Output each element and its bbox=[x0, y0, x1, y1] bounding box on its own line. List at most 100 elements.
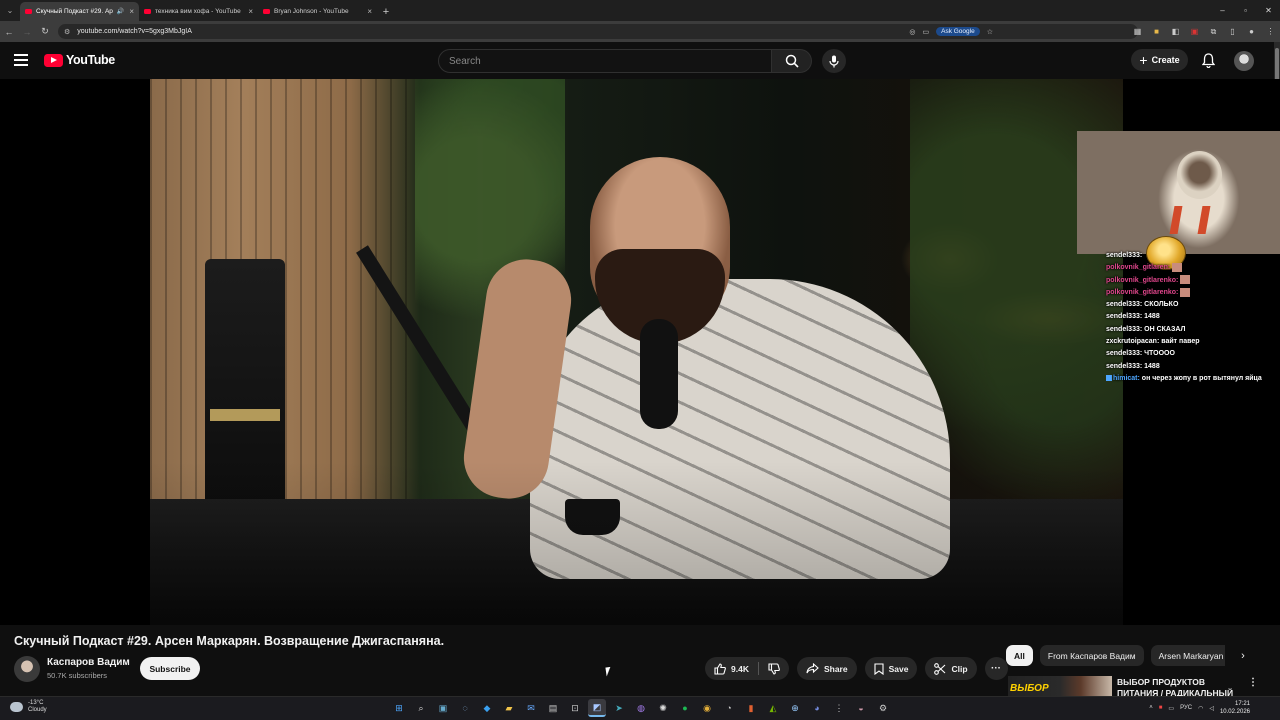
start-windows-icon[interactable]: ⊞ bbox=[390, 699, 408, 717]
video-frame[interactable] bbox=[150, 79, 1123, 625]
wifi-icon[interactable]: ◠ bbox=[1198, 705, 1203, 712]
youtube-masthead: YouTube + Create bbox=[0, 42, 1280, 79]
chat-nickname: sendel333: bbox=[1106, 325, 1143, 333]
extension-icon[interactable]: ■ bbox=[1147, 27, 1166, 36]
chevron-up-icon[interactable]: ˄ bbox=[1149, 705, 1153, 711]
chat-nickname: sendel333: bbox=[1106, 301, 1143, 309]
chip-topic[interactable]: Arsen Markaryan bbox=[1150, 645, 1225, 666]
address-bar[interactable]: ⚙ youtube.com/watch?v=5gxg3MbJgIA ◎ ▭ As… bbox=[58, 24, 1138, 39]
chat-nickname: zxckrutoipacan: bbox=[1106, 338, 1160, 346]
discord-icon[interactable]: ◕ bbox=[808, 699, 826, 717]
recommended-video-thumbnail[interactable]: ВЫБОР bbox=[1008, 676, 1112, 696]
extension-icon[interactable]: ▣ bbox=[1185, 27, 1204, 36]
side-panel-icon[interactable]: ▯ bbox=[1223, 27, 1242, 36]
maximize-icon[interactable]: ▫ bbox=[1234, 0, 1257, 21]
chip-from-channel[interactable]: From Каспаров Вадим bbox=[1039, 645, 1144, 666]
reload-icon[interactable]: ↻ bbox=[36, 21, 54, 42]
more-actions-button[interactable]: ··· bbox=[984, 657, 1008, 680]
profile-avatar-icon[interactable]: ● bbox=[1242, 27, 1261, 36]
app-icon[interactable]: ⋮ bbox=[830, 699, 848, 717]
language-indicator[interactable]: РУС bbox=[1180, 705, 1192, 711]
create-button[interactable]: + Create bbox=[1131, 49, 1188, 71]
forward-icon[interactable]: → bbox=[18, 21, 36, 42]
channel-avatar[interactable] bbox=[14, 656, 40, 682]
globe-icon[interactable]: ⊕ bbox=[786, 699, 804, 717]
browser-active-icon[interactable]: ◩ bbox=[588, 699, 606, 717]
tab-close-icon[interactable]: × bbox=[367, 7, 372, 16]
dislike-button[interactable] bbox=[759, 657, 789, 680]
site-info-icon[interactable]: ⚙ bbox=[64, 28, 70, 36]
save-button[interactable]: Save bbox=[864, 657, 918, 680]
date: 10.02.2026 bbox=[1219, 709, 1250, 715]
search-input[interactable] bbox=[449, 55, 771, 67]
share-button[interactable]: Share bbox=[796, 657, 857, 680]
chrome-icon[interactable]: ◉ bbox=[698, 699, 716, 717]
telegram-icon[interactable]: ➤ bbox=[610, 699, 628, 717]
browser-tab-1[interactable]: Скучный Подкаст #29. Ар 🔊 × bbox=[20, 2, 139, 21]
close-window-icon[interactable]: ✕ bbox=[1257, 0, 1280, 21]
voice-search-button[interactable] bbox=[822, 49, 846, 73]
browser-menu-icon[interactable]: ⋮ bbox=[1261, 27, 1280, 36]
tab-title: Скучный Подкаст #29. Ар bbox=[36, 8, 113, 15]
app-icon[interactable]: ◒ bbox=[852, 699, 870, 717]
like-button[interactable]: 9.4K bbox=[705, 657, 758, 680]
tab-search-chevron-icon[interactable]: ⌄ bbox=[0, 0, 20, 21]
bookmark-star-icon[interactable]: ☆ bbox=[987, 28, 993, 36]
ask-google-button[interactable]: Ask Google bbox=[936, 27, 980, 36]
video-player[interactable]: sendel333: polkovnik_gitlaren: polkovnik_g… bbox=[0, 79, 1280, 625]
settings-gear-icon[interactable]: ⚙ bbox=[874, 699, 892, 717]
extension-icon[interactable]: ◧ bbox=[1166, 27, 1185, 36]
youtube-logo[interactable]: YouTube bbox=[44, 53, 115, 67]
browser-toolbar: ← → ↻ ⚙ youtube.com/watch?v=5gxg3MbJgIA … bbox=[0, 21, 1280, 42]
gallery-icon[interactable]: ▣ bbox=[434, 699, 452, 717]
search-button[interactable] bbox=[772, 49, 812, 73]
app-icon[interactable]: ◔ bbox=[720, 699, 738, 717]
weather-widget[interactable]: -13°C Cloudy bbox=[10, 700, 47, 714]
channel-name[interactable]: Каспаров Вадим bbox=[47, 657, 130, 668]
browser-tab-3[interactable]: Bryan Johnson - YouTube × bbox=[258, 2, 377, 21]
mail-icon[interactable]: ✉ bbox=[522, 699, 540, 717]
notifications-button[interactable] bbox=[1198, 50, 1218, 70]
cast-icon[interactable]: ▭ bbox=[922, 28, 929, 36]
network-icon[interactable]: ▭ bbox=[1168, 705, 1174, 712]
chip-all[interactable]: All bbox=[1006, 645, 1033, 666]
youtube-favicon-icon bbox=[263, 9, 270, 14]
browser-tab-2[interactable]: техника вим хофа - YouTube × bbox=[139, 2, 258, 21]
extension-icon[interactable]: ▦ bbox=[1128, 27, 1147, 36]
tab-close-icon[interactable]: × bbox=[248, 7, 253, 16]
chevron-right-icon[interactable]: › bbox=[1233, 645, 1253, 666]
plus-icon: + bbox=[1139, 52, 1148, 68]
subscribe-button[interactable]: Subscribe bbox=[140, 657, 200, 680]
tab-close-icon[interactable]: × bbox=[129, 7, 134, 16]
app-icon[interactable]: ▮ bbox=[742, 699, 760, 717]
taskbar-apps: ⊞ ⌕ ▣ ◌ ◆ ▰ ✉ ▤ ⊡ ◩ ➤ ◍ ✺ ● ◉ ◔ ▮ ◭ ⊕ ◕ … bbox=[390, 699, 892, 717]
guide-menu-icon[interactable] bbox=[14, 54, 28, 66]
nvidia-icon[interactable]: ◭ bbox=[764, 699, 782, 717]
app-icon[interactable]: ◍ bbox=[632, 699, 650, 717]
volume-icon[interactable]: ◁ bbox=[1209, 705, 1214, 712]
spotify-icon[interactable]: ● bbox=[676, 699, 694, 717]
new-tab-button[interactable]: + bbox=[377, 2, 395, 21]
chatgpt-icon[interactable]: ✺ bbox=[654, 699, 672, 717]
file-explorer-icon[interactable]: ▰ bbox=[500, 699, 518, 717]
chat-emote-icon bbox=[1180, 287, 1191, 297]
clock[interactable]: 17:21 10.02.2026 bbox=[1220, 700, 1250, 716]
logo-wordmark: YouTube bbox=[66, 53, 115, 67]
youtube-favicon-icon bbox=[25, 9, 32, 14]
google-lens-icon[interactable]: ◎ bbox=[909, 28, 915, 36]
minimize-icon[interactable]: – bbox=[1211, 0, 1234, 21]
vscode-icon[interactable]: ◆ bbox=[478, 699, 496, 717]
chat-emote-icon bbox=[1180, 275, 1191, 285]
more-vertical-icon[interactable]: ⋮ bbox=[1248, 677, 1258, 688]
app-icon[interactable]: ▤ bbox=[544, 699, 562, 717]
speaker-icon[interactable]: 🔊 bbox=[117, 8, 124, 15]
account-avatar[interactable] bbox=[1234, 51, 1254, 71]
copilot-icon[interactable]: ◌ bbox=[456, 699, 474, 717]
chat-message: zxckrutoipacan: вайт павер bbox=[1106, 336, 1280, 348]
extensions-puzzle-icon[interactable]: ⧉ bbox=[1204, 27, 1223, 37]
tray-app-icon[interactable]: ■ bbox=[1159, 705, 1163, 711]
clip-button[interactable]: Clip bbox=[925, 657, 977, 680]
back-icon[interactable]: ← bbox=[0, 21, 18, 42]
search-icon[interactable]: ⌕ bbox=[412, 699, 430, 717]
store-icon[interactable]: ⊡ bbox=[566, 699, 584, 717]
